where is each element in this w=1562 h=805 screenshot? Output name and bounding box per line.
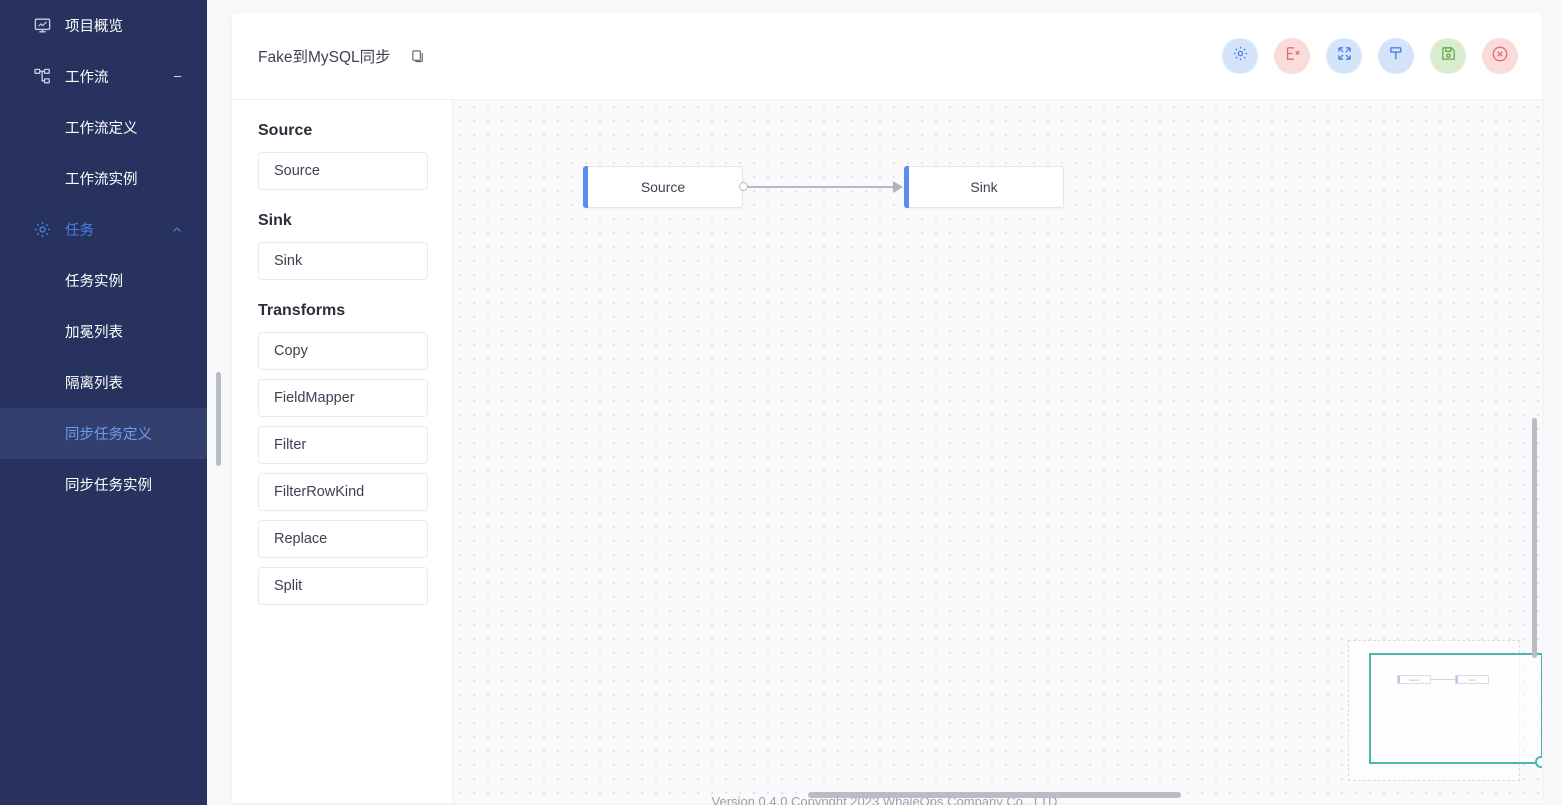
minimap[interactable]: Source Sink — [1348, 640, 1542, 781]
chevron-up-icon — [171, 224, 183, 236]
palette-section-title: Sink — [258, 212, 292, 229]
canvas-vertical-scrollbar[interactable] — [1532, 418, 1537, 658]
format-delete-icon — [1284, 45, 1301, 67]
sidebar: 项目概览 工作流 工作流定义 工作流实例 任务 任务实例 加冕列表 隔离列表 同… — [0, 0, 207, 805]
palette-item-split[interactable]: Split — [258, 567, 428, 605]
editor-header: Fake到MySQL同步 — [232, 13, 1542, 100]
sidebar-nav-list: 项目概览 工作流 工作流定义 工作流实例 任务 任务实例 加冕列表 隔离列表 同… — [0, 0, 207, 510]
sidebar-item-isolation-list[interactable]: 隔离列表 — [0, 357, 207, 408]
minimap-node: Sink — [1455, 675, 1489, 684]
minimap-edge — [1431, 679, 1455, 680]
sidebar-item-label: 同步任务定义 — [65, 427, 152, 443]
editor-body: Source Source Sink Sink Transforms Copy … — [232, 100, 1542, 803]
palette-item-label: Sink — [274, 253, 303, 269]
sidebar-item-label: 工作流定义 — [65, 121, 138, 137]
palette-section-title: Transforms — [258, 302, 346, 319]
sidebar-item-task[interactable]: 任务 — [0, 204, 207, 255]
palette-item-source[interactable]: Source — [258, 152, 428, 190]
minimap-node-label: Sink — [1469, 677, 1475, 682]
sidebar-item-sync-task-instance[interactable]: 同步任务实例 — [0, 459, 207, 510]
palette-item-fieldmapper[interactable]: FieldMapper — [258, 379, 428, 417]
palette-item-label: Split — [274, 578, 303, 594]
minimap-viewport[interactable]: Source Sink — [1369, 653, 1542, 768]
main-area: Fake到MySQL同步 Source Source Sink Sink Tra… — [207, 0, 1562, 805]
save-button[interactable] — [1430, 38, 1466, 74]
align-format-icon — [1388, 45, 1405, 67]
palette-item-label: FilterRowKind — [274, 484, 365, 500]
palette-item-replace[interactable]: Replace — [258, 520, 428, 558]
palette-item-label: Replace — [274, 531, 328, 547]
app-root: 项目概览 工作流 工作流定义 工作流实例 任务 任务实例 加冕列表 隔离列表 同… — [0, 0, 1562, 805]
sidebar-item-label: 任务 — [65, 223, 94, 239]
workflow-canvas[interactable]: Source Sink Source Sink — [453, 100, 1542, 803]
canvas-node-sink[interactable]: Sink — [904, 166, 1064, 208]
palette-item-filter[interactable]: Filter — [258, 426, 428, 464]
fit-view-button[interactable] — [1326, 38, 1362, 74]
node-output-port[interactable] — [739, 182, 748, 191]
palette-item-filterrowkind[interactable]: FilterRowKind — [258, 473, 428, 511]
sidebar-item-workflow[interactable]: 工作流 — [0, 51, 207, 102]
palette-item-label: Copy — [274, 343, 308, 359]
sidebar-item-task-instance[interactable]: 任务实例 — [0, 255, 207, 306]
settings-button[interactable] — [1222, 38, 1258, 74]
sidebar-item-label: 工作流实例 — [65, 172, 138, 188]
palette-item-label: Source — [274, 163, 320, 179]
sidebar-item-label: 隔离列表 — [65, 376, 123, 392]
sidebar-item-label: 加冕列表 — [65, 325, 123, 341]
canvas-node-source[interactable]: Source — [583, 166, 743, 208]
copy-icon[interactable] — [411, 48, 427, 64]
canvas-horizontal-scrollbar[interactable] — [808, 792, 1181, 798]
collapse-arrows-icon — [1336, 45, 1353, 67]
palette-section-title: Source — [258, 122, 313, 139]
canvas-node-label: Source — [640, 179, 686, 195]
delete-line-button[interactable] — [1274, 38, 1310, 74]
palette-item-label: FieldMapper — [274, 390, 355, 406]
header-toolbar — [1222, 38, 1518, 74]
workflow-icon — [32, 67, 52, 87]
gear-icon — [1232, 45, 1249, 67]
close-button[interactable] — [1482, 38, 1518, 74]
sidebar-item-project-overview[interactable]: 项目概览 — [0, 0, 207, 51]
sidebar-item-sync-task-definition[interactable]: 同步任务定义 — [0, 408, 207, 459]
sidebar-item-workflow-definition[interactable]: 工作流定义 — [0, 102, 207, 153]
sidebar-item-workflow-instance[interactable]: 工作流实例 — [0, 153, 207, 204]
canvas-node-label: Sink — [970, 179, 998, 195]
sidebar-item-label: 项目概览 — [65, 19, 123, 35]
dashboard-icon — [32, 16, 52, 36]
edge-arrow-icon — [893, 181, 903, 193]
sidebar-item-label: 工作流 — [65, 70, 109, 86]
palette-item-copy[interactable]: Copy — [258, 332, 428, 370]
canvas-edge[interactable] — [747, 186, 895, 188]
palette-item-label: Filter — [274, 437, 307, 453]
sidebar-scrollbar[interactable] — [216, 372, 221, 466]
format-button[interactable] — [1378, 38, 1414, 74]
save-icon — [1440, 45, 1457, 67]
minimap-resize-handle[interactable] — [1535, 756, 1542, 768]
minimap-node: Source — [1397, 675, 1431, 684]
chevron-down-icon — [171, 71, 183, 83]
sidebar-item-label: 任务实例 — [65, 274, 123, 290]
minimap-node-label: Source — [1409, 677, 1419, 682]
palette-item-sink[interactable]: Sink — [258, 242, 428, 280]
sidebar-item-crown-list[interactable]: 加冕列表 — [0, 306, 207, 357]
node-palette: Source Source Sink Sink Transforms Copy … — [232, 100, 453, 803]
gear-icon — [32, 220, 52, 240]
sidebar-item-label: 同步任务实例 — [65, 478, 152, 494]
page-title: Fake到MySQL同步 — [258, 49, 391, 66]
editor-card: Fake到MySQL同步 Source Source Sink Sink Tra… — [232, 13, 1542, 803]
close-circle-icon — [1491, 45, 1509, 68]
